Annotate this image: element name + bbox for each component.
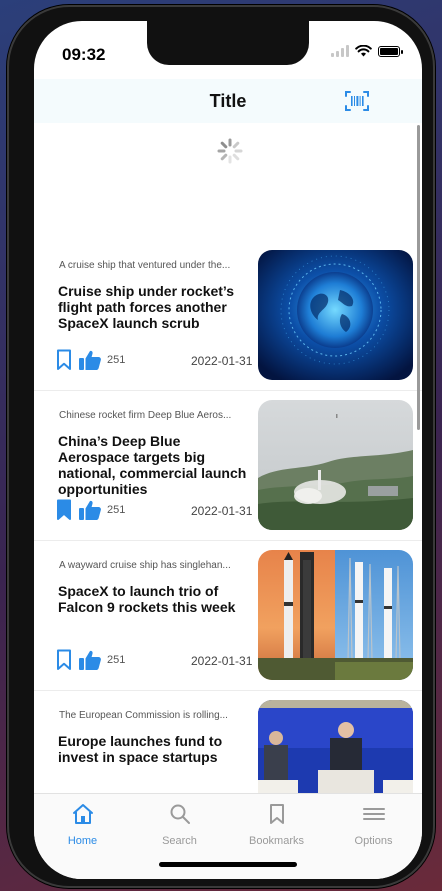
article-row[interactable]: Chinese rocket firm Deep Blue Aeros... C… xyxy=(34,391,422,541)
barcode-scan-icon[interactable] xyxy=(344,89,370,113)
home-icon xyxy=(72,804,93,824)
like-count: 251 xyxy=(107,654,126,666)
article-date: 2022-01-31 xyxy=(191,354,253,368)
article-row[interactable]: A wayward cruise ship has singlehan... S… xyxy=(34,541,422,691)
like-count: 251 xyxy=(107,504,126,516)
wifi-icon xyxy=(355,45,372,57)
status-time: 09:32 xyxy=(62,45,106,64)
battery-icon xyxy=(378,45,403,57)
tab-search-label: Search xyxy=(162,835,197,847)
article-list[interactable]: A cruise ship that ventured under the...… xyxy=(34,123,422,793)
article-teaser: A wayward cruise ship has singlehan... xyxy=(59,560,231,571)
article-row[interactable]: The European Commission is rolling... Eu… xyxy=(34,691,422,793)
article-teaser: A cruise ship that ventured under the... xyxy=(59,260,231,271)
phone-frame: 09:32 Title A cruise ship that ventured … xyxy=(7,5,435,888)
tab-bookmarks-label: Bookmarks xyxy=(248,835,305,847)
scrollbar[interactable] xyxy=(417,125,420,430)
loading-spinner-icon xyxy=(217,138,243,164)
article-thumbnail[interactable] xyxy=(258,250,413,380)
article-thumbnail[interactable] xyxy=(258,550,413,680)
search-icon xyxy=(170,804,190,824)
article-title[interactable]: Europe launches fund to invest in space … xyxy=(58,733,254,765)
article-row[interactable]: A cruise ship that ventured under the...… xyxy=(34,241,422,391)
notch xyxy=(147,21,309,65)
tab-options[interactable]: Options xyxy=(325,794,422,847)
phone-screen: 09:32 Title A cruise ship that ventured … xyxy=(34,21,422,879)
home-indicator[interactable] xyxy=(159,862,297,867)
tab-home-label: Home xyxy=(67,835,98,847)
article-teaser: The European Commission is rolling... xyxy=(59,710,228,721)
navigation-bar: Title xyxy=(34,79,422,123)
tab-search[interactable]: Search xyxy=(131,794,228,847)
thumbs-up-icon[interactable] xyxy=(78,649,102,671)
tab-bookmarks[interactable]: Bookmarks xyxy=(228,794,325,847)
like-count: 251 xyxy=(107,354,126,366)
tab-home[interactable]: Home xyxy=(34,794,131,847)
status-icons xyxy=(331,45,403,57)
article-thumbnail[interactable] xyxy=(258,700,413,793)
article-teaser: Chinese rocket firm Deep Blue Aeros... xyxy=(59,410,232,421)
article-actions: 251 xyxy=(56,649,125,671)
article-title[interactable]: Cruise ship under rocket’s flight path f… xyxy=(58,283,254,331)
cellular-signal-icon xyxy=(331,45,349,57)
bookmark-icon xyxy=(269,804,284,824)
bookmark-icon[interactable] xyxy=(56,349,72,371)
bookmark-filled-icon[interactable] xyxy=(56,499,72,521)
thumbs-up-icon[interactable] xyxy=(78,349,102,371)
article-title[interactable]: China’s Deep Blue Aerospace targets big … xyxy=(58,433,254,497)
menu-icon xyxy=(362,808,385,820)
tab-options-label: Options xyxy=(354,835,393,847)
article-title[interactable]: SpaceX to launch trio of Falcon 9 rocket… xyxy=(58,583,254,615)
article-actions: 251 xyxy=(56,349,125,371)
article-actions: 251 xyxy=(56,499,125,521)
article-date: 2022-01-31 xyxy=(191,504,253,518)
thumbs-up-icon[interactable] xyxy=(78,499,102,521)
bookmark-icon[interactable] xyxy=(56,649,72,671)
article-thumbnail[interactable] xyxy=(258,400,413,530)
article-date: 2022-01-31 xyxy=(191,654,253,668)
